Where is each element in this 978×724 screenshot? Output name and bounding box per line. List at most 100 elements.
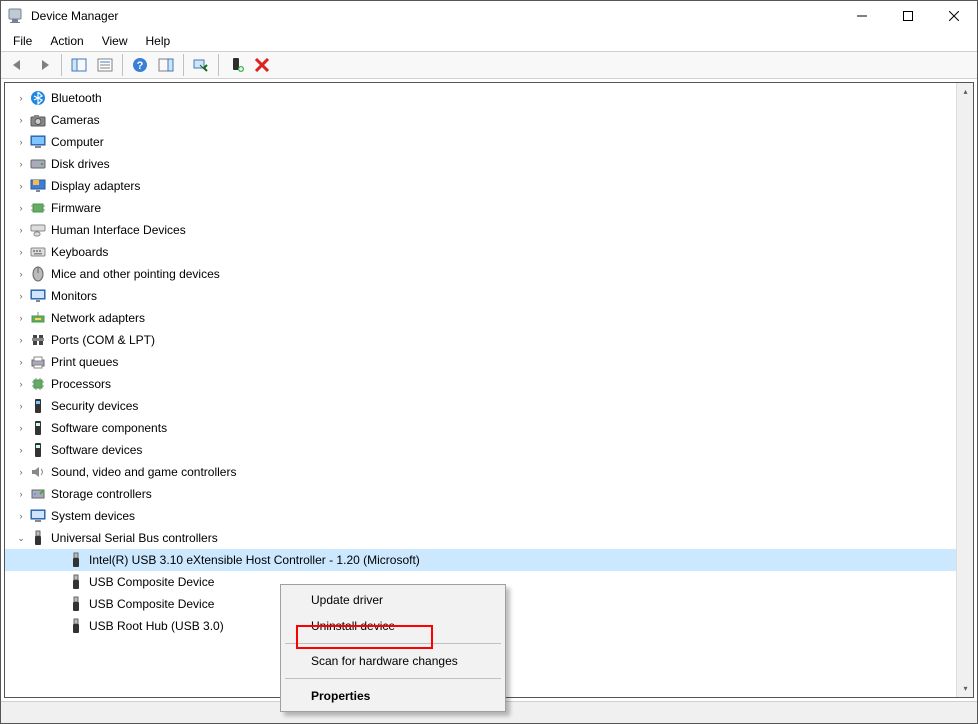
usb-icon xyxy=(67,618,85,634)
add-driver-button[interactable] xyxy=(223,53,249,77)
expand-icon[interactable]: › xyxy=(13,379,29,389)
tree-category[interactable]: ›Storage controllers xyxy=(5,483,956,505)
close-button[interactable] xyxy=(931,1,977,31)
tree-label: Bluetooth xyxy=(51,91,102,105)
context-separator xyxy=(285,678,501,679)
tree-label: Print queues xyxy=(51,355,118,369)
forward-button[interactable] xyxy=(31,53,57,77)
usb-icon xyxy=(67,574,85,590)
scroll-up-icon[interactable]: ▴ xyxy=(957,83,974,100)
tree-category[interactable]: ›Human Interface Devices xyxy=(5,219,956,241)
processor-icon xyxy=(29,376,47,392)
collapse-icon[interactable]: ⌄ xyxy=(13,533,29,544)
vertical-scrollbar[interactable]: ▴ ▾ xyxy=(956,83,973,697)
context-item-uninstall-device[interactable]: Uninstall device xyxy=(283,613,503,639)
expand-icon[interactable]: › xyxy=(13,115,29,125)
svg-text:?: ? xyxy=(137,60,144,72)
menu-help[interactable]: Help xyxy=(138,32,179,50)
usb-icon xyxy=(29,530,47,546)
tree-category[interactable]: › Cameras xyxy=(5,109,956,131)
tree-label: Universal Serial Bus controllers xyxy=(51,531,218,545)
tree-category[interactable]: ›Firmware xyxy=(5,197,956,219)
show-hide-tree-button[interactable] xyxy=(66,53,92,77)
back-button[interactable] xyxy=(5,53,31,77)
expand-icon[interactable]: › xyxy=(13,181,29,191)
expand-icon[interactable]: › xyxy=(13,467,29,477)
tree-label: Software components xyxy=(51,421,167,435)
expand-icon[interactable]: › xyxy=(13,247,29,257)
expand-icon[interactable]: › xyxy=(13,445,29,455)
camera-icon xyxy=(29,112,47,128)
tree-label: Security devices xyxy=(51,399,138,413)
tree-category[interactable]: › Bluetooth xyxy=(5,87,956,109)
tree-category[interactable]: › Ports (COM & LPT) xyxy=(5,329,956,351)
expand-icon[interactable]: › xyxy=(13,203,29,213)
uninstall-button[interactable] xyxy=(249,53,275,77)
help-button[interactable]: ? xyxy=(127,53,153,77)
toolbar-separator xyxy=(61,54,62,76)
sound-icon xyxy=(29,464,47,480)
tree-category[interactable]: › Mice and other pointing devices xyxy=(5,263,956,285)
tree-label: Mice and other pointing devices xyxy=(51,267,220,281)
storage-icon xyxy=(29,486,47,502)
port-icon xyxy=(29,332,47,348)
tree-category[interactable]: ›Monitors xyxy=(5,285,956,307)
properties-toolbar-button[interactable] xyxy=(92,53,118,77)
tree-category[interactable]: ›Computer xyxy=(5,131,956,153)
expand-icon[interactable]: › xyxy=(13,401,29,411)
toolbar-separator xyxy=(122,54,123,76)
tree-category[interactable]: ›Disk drives xyxy=(5,153,956,175)
expand-icon[interactable]: › xyxy=(13,313,29,323)
menu-file[interactable]: File xyxy=(5,32,40,50)
keyboard-icon xyxy=(29,244,47,260)
expand-icon[interactable]: › xyxy=(13,291,29,301)
context-menu: Update driverUninstall device Scan for ha… xyxy=(280,584,506,712)
action-pane-button[interactable] xyxy=(153,53,179,77)
expand-icon[interactable]: › xyxy=(13,225,29,235)
tree-label: USB Composite Device xyxy=(89,575,214,589)
scroll-down-icon[interactable]: ▾ xyxy=(957,680,974,697)
context-item-update-driver[interactable]: Update driver xyxy=(283,587,503,613)
tree-device[interactable]: Intel(R) USB 3.10 eXtensible Host Contro… xyxy=(5,549,956,571)
software-icon xyxy=(29,420,47,436)
minimize-button[interactable] xyxy=(839,1,885,31)
tree-label: Cameras xyxy=(51,113,100,127)
tree-category[interactable]: › Software components xyxy=(5,417,956,439)
security-icon xyxy=(29,398,47,414)
tree-label: Ports (COM & LPT) xyxy=(51,333,155,347)
mouse-icon xyxy=(29,266,47,282)
tree-category[interactable]: › Network adapters xyxy=(5,307,956,329)
expand-icon[interactable]: › xyxy=(13,489,29,499)
menu-bar: File Action View Help xyxy=(1,31,977,51)
toolbar-separator xyxy=(218,54,219,76)
tree-category[interactable]: ›Processors xyxy=(5,373,956,395)
tree-category[interactable]: › Security devices xyxy=(5,395,956,417)
expand-icon[interactable]: › xyxy=(13,335,29,345)
expand-icon[interactable]: › xyxy=(13,269,29,279)
context-item-properties[interactable]: Properties xyxy=(283,683,503,709)
tree-category[interactable]: ›System devices xyxy=(5,505,956,527)
expand-icon[interactable]: › xyxy=(13,511,29,521)
menu-action[interactable]: Action xyxy=(42,32,91,50)
maximize-button[interactable] xyxy=(885,1,931,31)
expand-icon[interactable]: › xyxy=(13,93,29,103)
tree-category[interactable]: ⌄ Universal Serial Bus controllers xyxy=(5,527,956,549)
context-item-scan-for-hardware-changes[interactable]: Scan for hardware changes xyxy=(283,648,503,674)
expand-icon[interactable]: › xyxy=(13,423,29,433)
tree-category[interactable]: ›Display adapters xyxy=(5,175,956,197)
toolbar: ? xyxy=(1,51,977,79)
menu-view[interactable]: View xyxy=(94,32,136,50)
tree-category[interactable]: › Print queues xyxy=(5,351,956,373)
tree-label: USB Root Hub (USB 3.0) xyxy=(89,619,224,633)
display-icon xyxy=(29,178,47,194)
tree-label: Intel(R) USB 3.10 eXtensible Host Contro… xyxy=(89,553,420,567)
expand-icon[interactable]: › xyxy=(13,159,29,169)
tree-category[interactable]: ›Software devices xyxy=(5,439,956,461)
tree-category[interactable]: ›Keyboards xyxy=(5,241,956,263)
tree-label: USB Composite Device xyxy=(89,597,214,611)
expand-icon[interactable]: › xyxy=(13,137,29,147)
expand-icon[interactable]: › xyxy=(13,357,29,367)
tree-category[interactable]: ›Sound, video and game controllers xyxy=(5,461,956,483)
scan-hardware-button[interactable] xyxy=(188,53,214,77)
tree-label: Network adapters xyxy=(51,311,145,325)
